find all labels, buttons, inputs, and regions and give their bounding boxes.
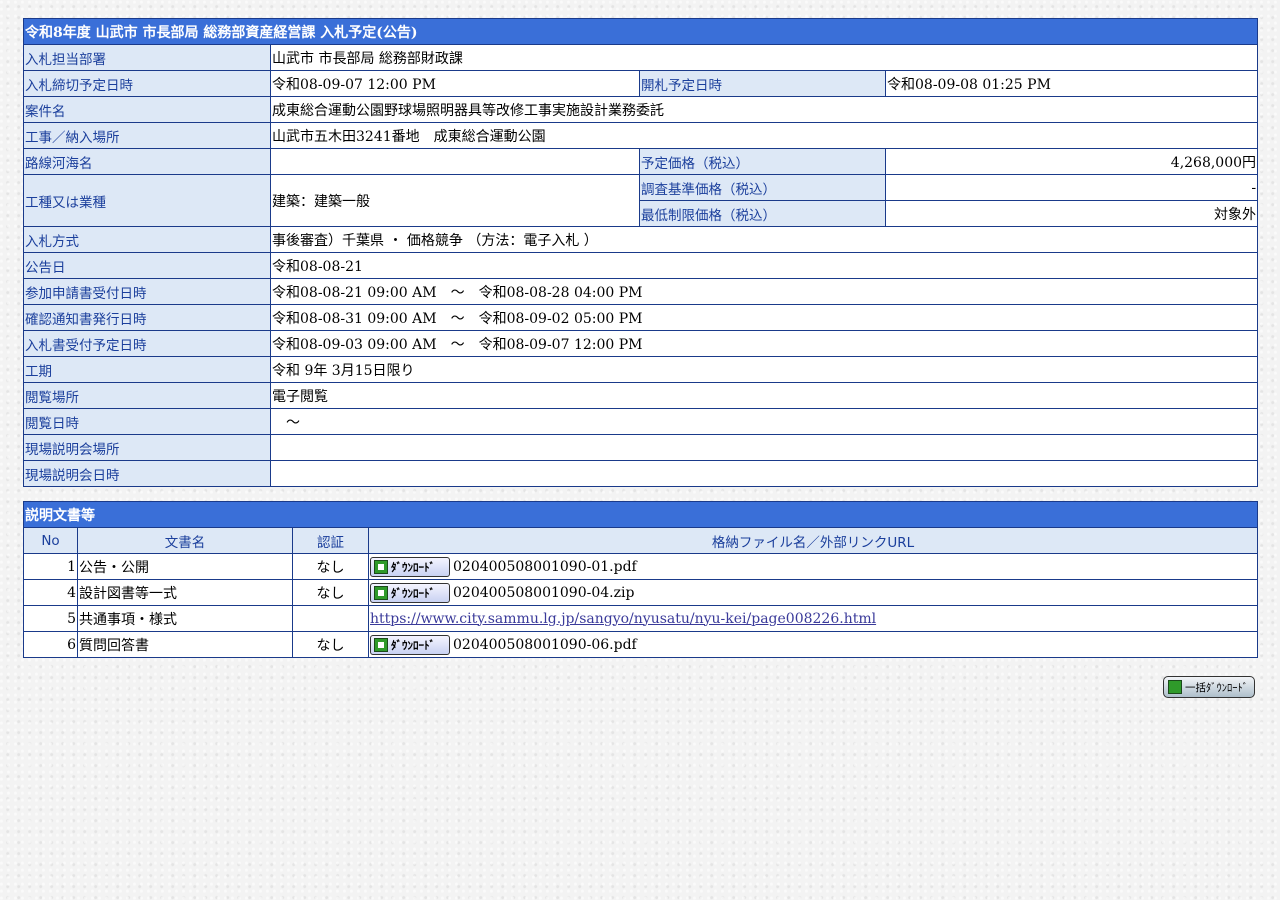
min-price-label: 最低制限価格（税込）: [639, 200, 886, 227]
download-label: ﾀﾞｳﾝﾛｰﾄﾞ: [391, 638, 435, 652]
table-row: 5 共通事項・様式 https://www.city.sammu.lg.jp/s…: [23, 605, 1258, 632]
doc-name: 質問回答書: [77, 631, 293, 658]
deadline-value: 令和08-09-07 12:00 PM: [270, 70, 640, 97]
dept-label: 入札担当部署: [23, 44, 271, 71]
col-header-no: No: [23, 527, 78, 554]
notice-title: 令和8年度 山武市 市長部局 総務部資産経営課 入札予定(公告): [22, 18, 1259, 45]
announce-label: 公告日: [23, 252, 271, 279]
doc-file-name: 020400508001090-04.zip: [453, 584, 635, 601]
download-button[interactable]: ﾀﾞｳﾝﾛｰﾄﾞ: [370, 582, 450, 603]
doc-name: 公告・公開: [77, 553, 293, 580]
survey-price-value: -: [884, 174, 1259, 201]
place-value: 山武市五木田3241番地 成東総合運動公園: [269, 122, 1259, 149]
docs-title: 説明文書等: [23, 501, 1258, 528]
doc-no: 5: [23, 605, 78, 632]
docs-table: 説明文書等 No 文書名 認証 格納ファイル名／外部リンクURL 1 公告・公開…: [23, 501, 1258, 658]
doc-file-name: 020400508001090-06.pdf: [453, 636, 637, 653]
doc-file-cell: ﾀﾞｳﾝﾛｰﾄﾞ 020400508001090-01.pdf: [368, 553, 1258, 580]
doc-auth: なし: [292, 553, 369, 580]
download-icon: [1168, 680, 1182, 694]
table-row: 4 設計図書等一式 なし ﾀﾞｳﾝﾛｰﾄﾞ 020400508001090-04.…: [23, 579, 1258, 606]
survey-price-label: 調査基準価格（税込）: [639, 174, 886, 201]
confirm-value: 令和08-08-31 09:00 AM ～ 令和08-09-02 05:00 P…: [269, 304, 1259, 331]
dept-value: 山武市 市長部局 総務部財政課: [269, 44, 1259, 71]
doc-name: 共通事項・様式: [77, 605, 293, 632]
case-value: 成東総合運動公園野球場照明器具等改修工事実施設計業務委託: [269, 96, 1259, 123]
site-date-value: [269, 460, 1259, 487]
table-row: 1 公告・公開 なし ﾀﾞｳﾝﾛｰﾄﾞ 020400508001090-01.pd…: [23, 553, 1258, 580]
col-header-name: 文書名: [77, 527, 293, 554]
view-place-value: 電子閲覧: [269, 382, 1259, 409]
doc-file-name: 020400508001090-01.pdf: [453, 558, 637, 575]
announce-value: 令和08-08-21: [269, 252, 1259, 279]
method-value: 事後審査）千葉県 ・ 価格競争 （方法：電子入札 ）: [269, 226, 1259, 253]
bid-receipt-label: 入札書受付予定日時: [23, 330, 271, 357]
doc-name: 設計図書等一式: [77, 579, 293, 606]
bid-receipt-value: 令和08-09-03 09:00 AM ～ 令和08-09-07 12:00 P…: [269, 330, 1259, 357]
route-value: [270, 148, 640, 175]
doc-no: 6: [23, 631, 78, 658]
work-type-label: 工種又は業種: [23, 174, 271, 227]
bulk-download-button[interactable]: 一括ﾀﾞｳﾝﾛｰﾄﾞ: [1163, 676, 1255, 698]
site-place-label: 現場説明会場所: [23, 434, 271, 461]
opening-label: 開札予定日時: [639, 70, 886, 97]
period-label: 工期: [23, 356, 271, 383]
doc-no: 4: [23, 579, 78, 606]
opening-value: 令和08-09-08 01:25 PM: [884, 70, 1259, 97]
col-header-file: 格納ファイル名／外部リンクURL: [368, 527, 1258, 554]
doc-file-cell: ﾀﾞｳﾝﾛｰﾄﾞ 020400508001090-04.zip: [368, 579, 1258, 606]
col-header-auth: 認証: [292, 527, 369, 554]
external-link[interactable]: https://www.city.sammu.lg.jp/sangyo/nyus…: [370, 611, 876, 627]
download-icon: [374, 559, 388, 574]
site-place-value: [269, 434, 1259, 461]
place-label: 工事／納入場所: [23, 122, 271, 149]
site-date-label: 現場説明会日時: [23, 460, 271, 487]
application-value: 令和08-08-21 09:00 AM ～ 令和08-08-28 04:00 P…: [269, 278, 1259, 305]
planned-price-value: 4,268,000円: [884, 148, 1259, 175]
download-label: ﾀﾞｳﾝﾛｰﾄﾞ: [391, 560, 435, 574]
view-date-label: 閲覧日時: [23, 408, 271, 435]
view-date-value: ～: [269, 408, 1259, 435]
doc-auth: なし: [292, 579, 369, 606]
application-label: 参加申請書受付日時: [23, 278, 271, 305]
period-value: 令和 9年 3月15日限り: [269, 356, 1259, 383]
download-label: ﾀﾞｳﾝﾛｰﾄﾞ: [391, 586, 435, 600]
doc-no: 1: [23, 553, 78, 580]
view-place-label: 閲覧場所: [23, 382, 271, 409]
confirm-label: 確認通知書発行日時: [23, 304, 271, 331]
doc-auth: なし: [292, 631, 369, 658]
doc-file-cell: https://www.city.sammu.lg.jp/sangyo/nyus…: [368, 605, 1258, 632]
table-row: 6 質問回答書 なし ﾀﾞｳﾝﾛｰﾄﾞ 020400508001090-06.pd…: [23, 631, 1258, 658]
deadline-label: 入札締切予定日時: [23, 70, 271, 97]
case-label: 案件名: [23, 96, 271, 123]
method-label: 入札方式: [23, 226, 271, 253]
notice-table: 令和8年度 山武市 市長部局 総務部資産経営課 入札予定(公告) 入札担当部署 …: [22, 18, 1259, 487]
min-price-value: 対象外: [884, 200, 1259, 227]
route-label: 路線河海名: [23, 148, 271, 175]
bulk-download-label: 一括ﾀﾞｳﾝﾛｰﾄﾞ: [1185, 682, 1248, 694]
planned-price-label: 予定価格（税込）: [639, 148, 886, 175]
download-icon: [374, 585, 388, 600]
doc-file-cell: ﾀﾞｳﾝﾛｰﾄﾞ 020400508001090-06.pdf: [368, 631, 1258, 658]
download-button[interactable]: ﾀﾞｳﾝﾛｰﾄﾞ: [370, 634, 450, 655]
doc-auth: [292, 605, 369, 632]
work-type-value: 建築：建築一般: [270, 174, 640, 227]
download-button[interactable]: ﾀﾞｳﾝﾛｰﾄﾞ: [370, 556, 450, 577]
download-icon: [374, 637, 388, 652]
